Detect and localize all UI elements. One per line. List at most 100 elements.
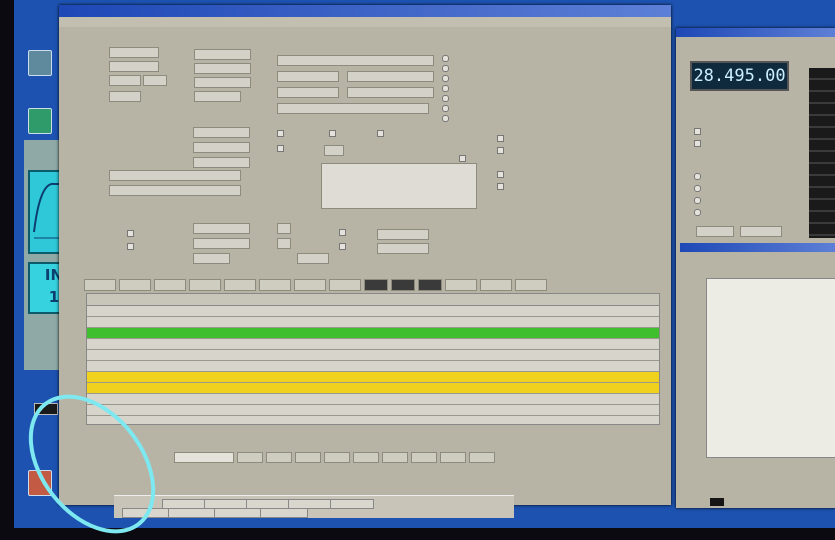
radio-option[interactable] <box>442 55 449 62</box>
checkbox[interactable] <box>459 155 466 162</box>
grid-column-header[interactable] <box>390 294 424 305</box>
checkbox[interactable] <box>329 130 336 137</box>
tab[interactable] <box>154 279 186 291</box>
grid-column-header[interactable] <box>222 294 256 305</box>
grid-column-header[interactable] <box>592 294 626 305</box>
action-button[interactable] <box>295 452 321 463</box>
grid-column-header[interactable] <box>491 294 525 305</box>
form-field[interactable] <box>277 103 429 114</box>
form-field[interactable] <box>324 145 344 156</box>
action-button[interactable] <box>266 452 292 463</box>
grid-row[interactable] <box>87 339 659 350</box>
form-field[interactable] <box>277 71 339 82</box>
sub-window-titlebar[interactable] <box>680 243 835 252</box>
radio-option[interactable] <box>442 105 449 112</box>
form-field[interactable] <box>193 127 250 138</box>
action-button[interactable] <box>469 452 495 463</box>
tab-active[interactable] <box>418 279 442 291</box>
form-field[interactable] <box>193 253 230 264</box>
grid-column-header[interactable] <box>121 294 155 305</box>
form-field[interactable] <box>277 223 291 234</box>
action-button[interactable] <box>440 452 466 463</box>
taskbar-item[interactable] <box>168 508 216 518</box>
checkbox[interactable] <box>377 130 384 137</box>
action-button[interactable] <box>411 452 437 463</box>
form-field[interactable] <box>109 75 141 86</box>
grid-column-header[interactable] <box>558 294 592 305</box>
checkbox[interactable] <box>277 145 284 152</box>
grid-row[interactable] <box>87 416 659 424</box>
grid-row[interactable] <box>87 394 659 405</box>
grid-row[interactable] <box>87 317 659 328</box>
checkbox[interactable] <box>497 147 504 154</box>
form-field[interactable] <box>193 157 250 168</box>
grid-row[interactable] <box>87 306 659 317</box>
radio-option[interactable] <box>442 85 449 92</box>
tab[interactable] <box>515 279 547 291</box>
form-field[interactable] <box>297 253 329 264</box>
form-field[interactable] <box>347 87 434 98</box>
form-field[interactable] <box>109 61 159 72</box>
form-field[interactable] <box>277 55 434 66</box>
taskbar-item[interactable] <box>122 508 170 518</box>
grid-column-header[interactable] <box>524 294 558 305</box>
grid-column-header[interactable] <box>154 294 188 305</box>
desktop-app-icon[interactable] <box>28 108 52 134</box>
form-field[interactable] <box>194 91 241 102</box>
radio-option[interactable] <box>694 173 701 180</box>
tab[interactable] <box>84 279 116 291</box>
grid-column-header[interactable] <box>255 294 289 305</box>
main-menu-bar[interactable] <box>59 17 671 27</box>
left-dark-button[interactable] <box>34 403 58 415</box>
grid-column-header[interactable] <box>322 294 356 305</box>
form-field[interactable] <box>194 77 251 88</box>
form-field[interactable] <box>193 238 250 249</box>
form-field[interactable] <box>347 71 434 82</box>
main-window-titlebar[interactable] <box>59 5 671 17</box>
checkbox[interactable] <box>694 128 701 135</box>
form-field[interactable] <box>109 185 241 196</box>
form-field[interactable] <box>277 87 339 98</box>
radio-option[interactable] <box>694 197 701 204</box>
taskbar-item[interactable] <box>214 508 262 518</box>
action-button[interactable] <box>353 452 379 463</box>
checkbox[interactable] <box>694 140 701 147</box>
small-dark-button[interactable] <box>710 498 724 506</box>
desktop-app-icon[interactable] <box>28 50 52 76</box>
form-field[interactable] <box>377 243 429 254</box>
form-field[interactable] <box>109 47 159 58</box>
checkbox[interactable] <box>339 243 346 250</box>
checkbox[interactable] <box>127 243 134 250</box>
grid-column-header[interactable] <box>289 294 323 305</box>
radio-option[interactable] <box>442 115 449 122</box>
desktop-app-icon[interactable] <box>28 470 52 496</box>
radio-option[interactable] <box>442 95 449 102</box>
form-field[interactable] <box>277 238 291 249</box>
grid-row[interactable] <box>87 328 659 339</box>
grid-column-header[interactable] <box>457 294 491 305</box>
form-field[interactable] <box>193 142 250 153</box>
contact-log-grid[interactable] <box>86 293 660 425</box>
action-button[interactable] <box>237 452 263 463</box>
action-button[interactable] <box>382 452 408 463</box>
form-field[interactable] <box>194 63 251 74</box>
action-button[interactable] <box>174 452 234 463</box>
tab[interactable] <box>329 279 361 291</box>
checkbox[interactable] <box>277 130 284 137</box>
grid-row[interactable] <box>87 405 659 416</box>
tab[interactable] <box>119 279 151 291</box>
grid-column-header[interactable] <box>356 294 390 305</box>
form-field[interactable] <box>377 229 429 240</box>
form-field[interactable] <box>143 75 167 86</box>
grid-row[interactable] <box>87 383 659 394</box>
tab[interactable] <box>445 279 477 291</box>
grid-column-header[interactable] <box>188 294 222 305</box>
tab[interactable] <box>224 279 256 291</box>
radio-window-titlebar[interactable] <box>676 28 835 37</box>
checkbox[interactable] <box>339 229 346 236</box>
checkbox[interactable] <box>127 230 134 237</box>
form-field[interactable] <box>696 226 734 237</box>
grid-column-header[interactable] <box>423 294 457 305</box>
taskbar-item[interactable] <box>330 499 374 509</box>
grid-row[interactable] <box>87 372 659 383</box>
